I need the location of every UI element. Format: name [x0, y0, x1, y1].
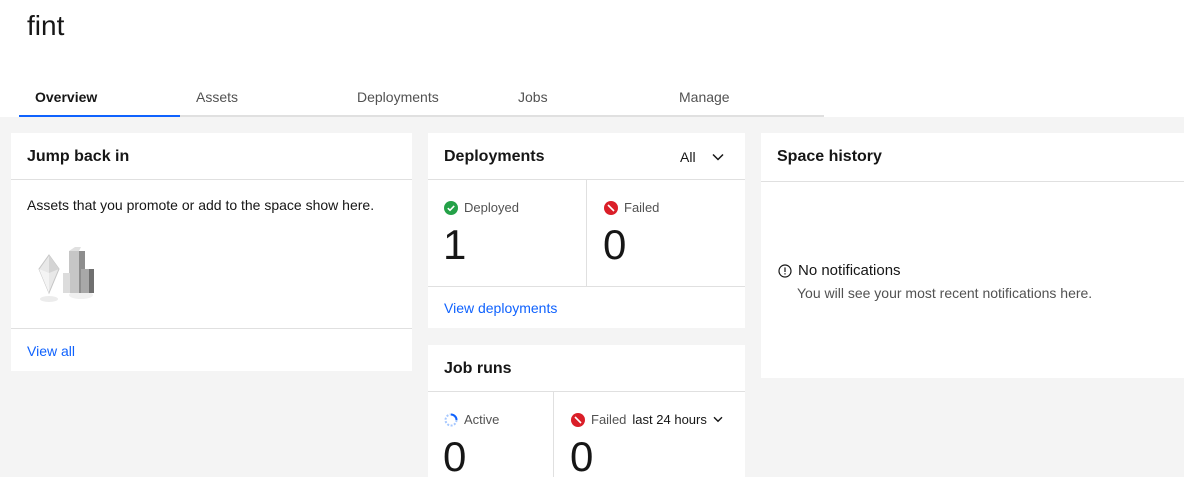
tab-bar: Overview Assets Deployments Jobs Manage	[19, 80, 824, 117]
tab-assets[interactable]: Assets	[180, 80, 341, 117]
deployments-filter-dropdown[interactable]: All	[680, 149, 724, 165]
jump-back-in-title: Jump back in	[27, 148, 130, 165]
view-deployments-link[interactable]: View deployments	[444, 300, 557, 316]
job-runs-card: Job runs Active 0 Failed last 24 hours 0	[428, 345, 745, 477]
failed-label: Failed	[624, 200, 660, 215]
view-all-link[interactable]: View all	[27, 343, 75, 359]
failed-jobs-count: 0	[570, 433, 594, 477]
stat-divider	[586, 180, 587, 286]
period-value: last 24 hours	[632, 412, 707, 427]
deployments-title: Deployments	[444, 148, 545, 165]
overview-content: Jump back in Assets that you promote or …	[0, 117, 1184, 477]
failed-jobs-stat-label: Failed last 24 hours	[571, 412, 723, 427]
empty-state-heading: No notifications	[778, 262, 901, 279]
card-divider	[11, 328, 412, 329]
stat-divider	[553, 392, 554, 477]
space-history-card: Space history No notifications You will …	[761, 133, 1184, 378]
page-title: fint	[27, 10, 65, 41]
empty-state-description: You will see your most recent notificati…	[797, 285, 1093, 301]
deployed-stat-label: Deployed	[444, 200, 519, 215]
failed-count: 0	[603, 221, 627, 268]
in-progress-icon	[444, 413, 458, 426]
job-runs-title: Job runs	[444, 360, 512, 377]
active-count: 0	[443, 433, 467, 477]
card-divider	[428, 391, 745, 392]
card-divider	[428, 286, 745, 287]
failed-stat-label: Failed	[604, 200, 659, 215]
active-stat-label: Active	[444, 412, 499, 427]
tab-jobs[interactable]: Jobs	[502, 80, 663, 117]
check-circle-icon	[444, 200, 458, 215]
jump-back-in-description: Assets that you promote or add to the sp…	[27, 197, 375, 213]
error-circle-icon	[604, 200, 618, 215]
deployments-filter-value: All	[680, 149, 696, 165]
tab-manage[interactable]: Manage	[663, 80, 824, 117]
tab-overview[interactable]: Overview	[19, 80, 180, 117]
space-history-title: Space history	[777, 148, 882, 165]
chevron-down-icon	[712, 153, 724, 161]
card-divider	[11, 179, 412, 180]
jump-back-in-card: Jump back in Assets that you promote or …	[11, 133, 412, 371]
empty-state-title: No notifications	[798, 262, 901, 279]
active-label: Active	[464, 412, 500, 427]
deployed-count: 1	[443, 221, 467, 268]
card-divider	[761, 181, 1184, 182]
empty-assets-illustration	[38, 247, 94, 302]
error-circle-icon	[571, 412, 585, 427]
tab-deployments[interactable]: Deployments	[341, 80, 502, 117]
chevron-down-icon	[713, 416, 723, 423]
failed-jobs-label: Failed	[591, 412, 627, 427]
deployed-label: Deployed	[464, 200, 519, 215]
deployments-card: Deployments All Deployed 1 Failed 0 View…	[428, 133, 745, 328]
warning-circle-icon	[778, 263, 792, 278]
period-dropdown[interactable]: last 24 hours	[632, 412, 723, 427]
